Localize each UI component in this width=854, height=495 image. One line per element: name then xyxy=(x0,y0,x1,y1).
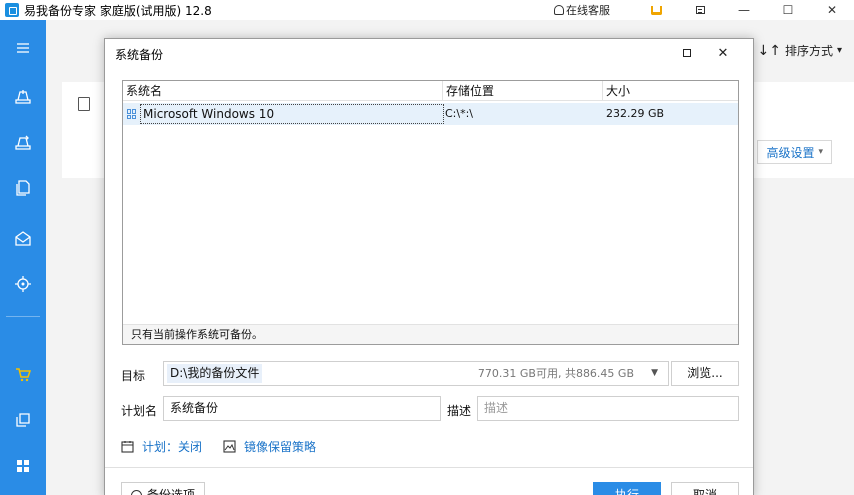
menu-icon xyxy=(695,6,705,14)
sidebar xyxy=(0,20,46,495)
backup-options-label: 备份选项 xyxy=(146,488,195,495)
chevron-down-icon: ▾ xyxy=(818,147,823,157)
sidebar-item-purchase[interactable] xyxy=(0,352,46,396)
target-icon xyxy=(15,276,31,292)
execute-button[interactable]: 执行 xyxy=(593,482,661,495)
system-list: 系统名 存储位置 大小 Microsoft Windows 10 C:\*:\ … xyxy=(122,80,739,345)
calendar-icon xyxy=(121,441,134,453)
maximize-button[interactable]: ☐ xyxy=(766,0,810,20)
column-header-size[interactable]: 大小 xyxy=(603,81,630,101)
schedule-label: 计划：关闭 xyxy=(142,440,203,454)
dialog-maximize-button[interactable] xyxy=(669,41,705,65)
cart-icon xyxy=(650,5,662,15)
image-retention-label: 镜像保留策略 xyxy=(244,440,317,454)
sidebar-divider xyxy=(6,316,40,317)
sort-arrows-icon: ↓↑ xyxy=(757,42,781,59)
dropdown-arrow-icon[interactable]: ▼ xyxy=(651,362,658,385)
column-header-name[interactable]: 系统名 xyxy=(123,81,162,101)
title-bar: 易我备份专家 家庭版(试用版) 12.8 在线客服 — ☐ ✕ xyxy=(0,0,854,20)
copy-icon xyxy=(16,180,30,196)
sidebar-item-tools[interactable] xyxy=(0,262,46,306)
gear-icon xyxy=(130,489,142,495)
headset-icon xyxy=(554,5,564,15)
menu-button[interactable] xyxy=(678,0,722,20)
dialog-title: 系统备份 xyxy=(115,48,164,62)
plan-name-label: 计划名 xyxy=(121,404,158,418)
image-retention-link[interactable]: 镜像保留策略 xyxy=(223,438,316,455)
disk-restore-icon xyxy=(15,135,31,150)
target-select[interactable]: D:\我的备份文件 770.31 GB可用, 共886.45 GB ▼ xyxy=(163,361,669,386)
backup-options-button[interactable]: 备份选项 xyxy=(121,482,205,495)
plan-name-input[interactable]: 系统备份 xyxy=(163,396,441,421)
row-system-name: Microsoft Windows 10 xyxy=(140,104,444,124)
sidebar-item-restore[interactable] xyxy=(0,120,46,164)
target-label: 目标 xyxy=(121,369,146,383)
sidebar-item-clone[interactable] xyxy=(0,166,46,210)
cancel-button[interactable]: 取消 xyxy=(671,482,739,495)
sidebar-item-backup[interactable] xyxy=(0,74,46,118)
sidebar-item-menu[interactable] xyxy=(0,26,46,70)
sidebar-item-mail[interactable] xyxy=(0,216,46,260)
hamburger-icon xyxy=(17,43,29,53)
schedule-link[interactable]: 计划：关闭 xyxy=(121,438,202,455)
image-icon xyxy=(223,440,236,453)
windows-icon xyxy=(127,109,137,119)
sidebar-item-window[interactable] xyxy=(0,398,46,442)
advanced-settings-button[interactable]: 高级设置 ▾ xyxy=(757,140,832,164)
window-icon xyxy=(16,413,30,427)
minimize-button[interactable]: — xyxy=(722,0,766,20)
footer-divider xyxy=(105,467,753,468)
app-title: 易我备份专家 家庭版(试用版) 12.8 xyxy=(24,3,212,18)
online-service-button[interactable]: 在线客服 xyxy=(554,2,610,18)
system-backup-dialog: 系统备份 ✕ 系统名 存储位置 大小 Microsoft Windows 10 … xyxy=(104,38,754,495)
dialog-close-button[interactable]: ✕ xyxy=(705,41,741,65)
task-file-icon xyxy=(78,97,90,111)
app-logo-icon xyxy=(5,3,19,17)
mail-icon xyxy=(15,231,31,246)
sort-caret-icon: ▾ xyxy=(836,45,842,56)
table-row[interactable]: Microsoft Windows 10 C:\*:\ 232.29 GB xyxy=(123,103,738,125)
column-header-location[interactable]: 存储位置 xyxy=(443,81,494,101)
browse-button[interactable]: 浏览... xyxy=(671,361,739,386)
cart-button[interactable] xyxy=(634,0,678,20)
cart-icon xyxy=(16,368,32,382)
row-size: 232.29 GB xyxy=(606,107,665,120)
list-note: 只有当前操作系统可备份。 xyxy=(123,324,738,344)
close-button[interactable]: ✕ xyxy=(810,0,854,20)
sort-button[interactable]: ↓↑ 排序方式 ▾ xyxy=(757,42,842,59)
maximize-icon xyxy=(683,49,691,57)
advanced-settings-label: 高级设置 xyxy=(766,145,815,160)
target-path: D:\我的备份文件 xyxy=(167,364,263,383)
online-service-label: 在线客服 xyxy=(566,4,610,17)
apps-grid-icon xyxy=(17,460,29,472)
row-location: C:\*:\ xyxy=(445,107,474,120)
sort-label: 排序方式 xyxy=(784,44,833,58)
list-header: 系统名 存储位置 大小 xyxy=(123,81,738,101)
description-input[interactable]: 描述 xyxy=(477,396,739,421)
sidebar-item-apps[interactable] xyxy=(0,444,46,488)
description-label: 描述 xyxy=(447,404,472,418)
target-free-space: 770.31 GB可用, 共886.45 GB xyxy=(477,367,634,380)
disk-backup-icon xyxy=(15,90,31,104)
